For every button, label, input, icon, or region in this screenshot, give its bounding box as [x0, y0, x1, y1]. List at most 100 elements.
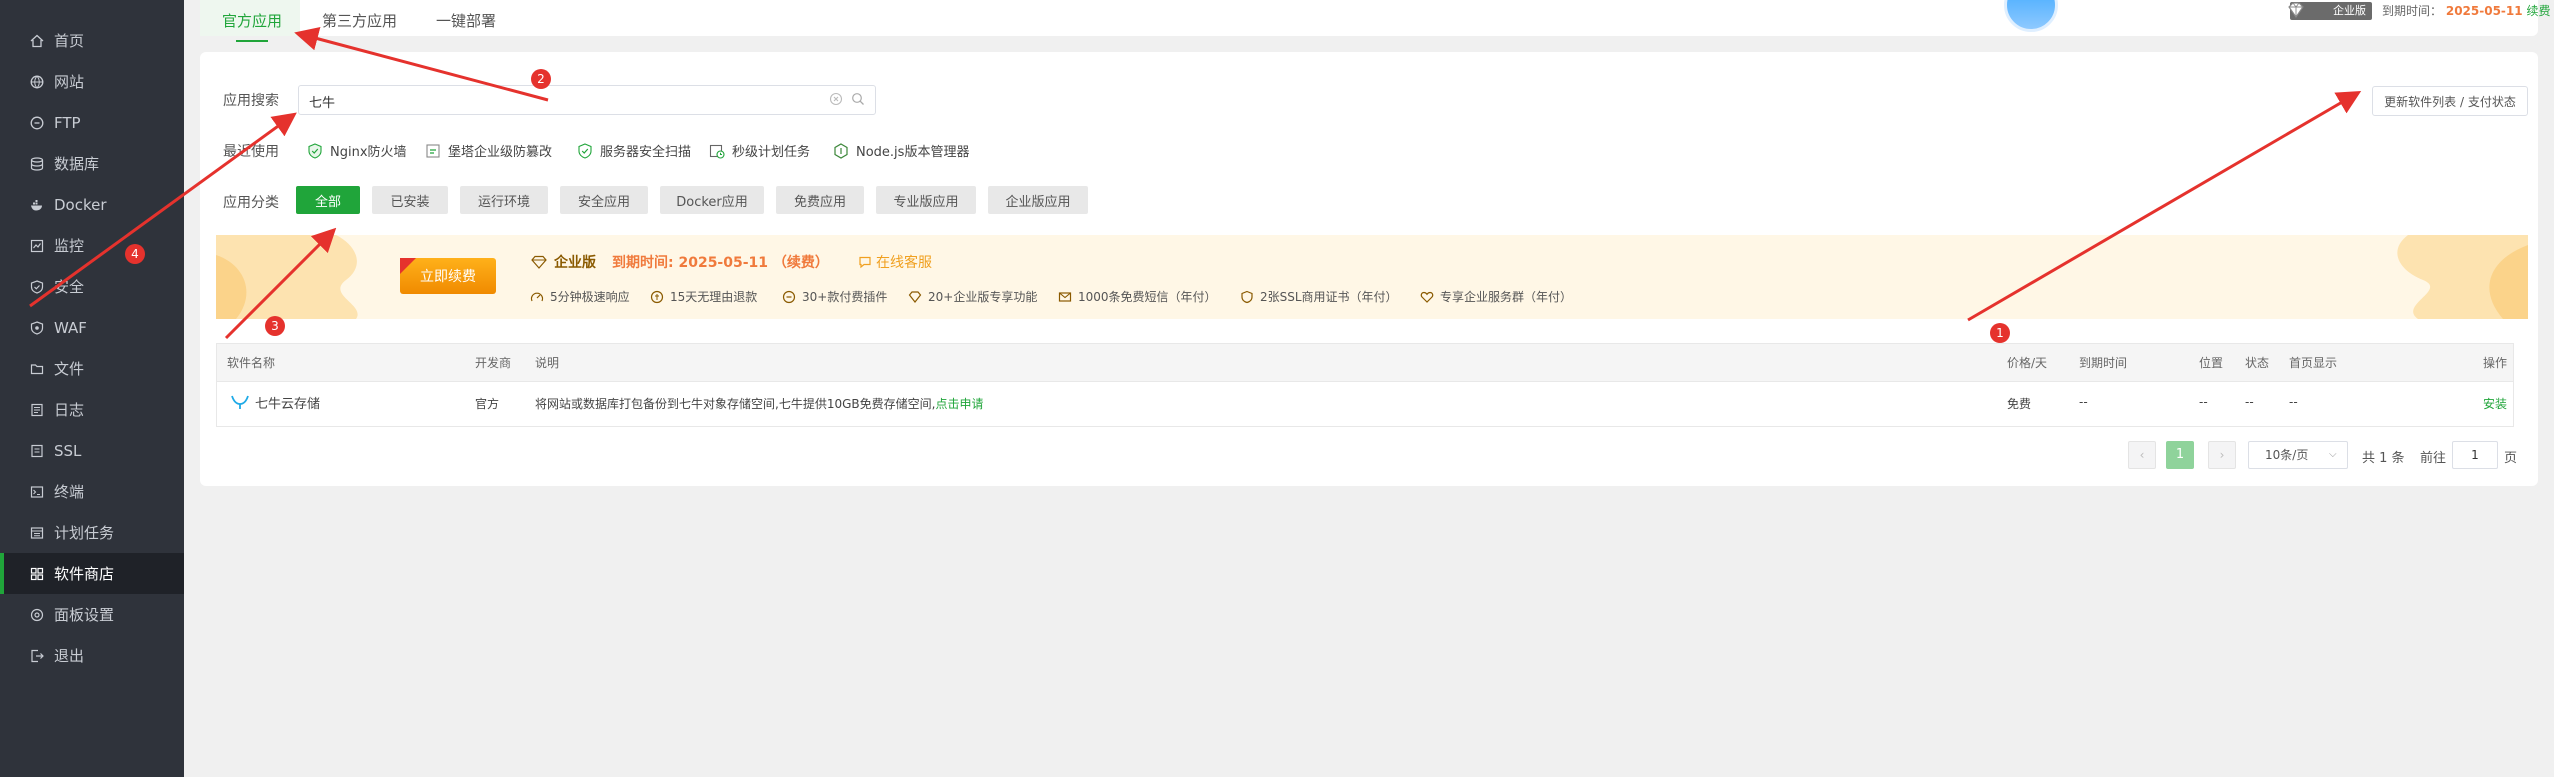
banner-feature: 20+企业版专享功能 [908, 288, 1037, 305]
sidebar-item-logs[interactable]: 日志 [0, 389, 184, 430]
install-link[interactable]: 安装 [2483, 395, 2507, 412]
goto-page-input[interactable]: 1 [2452, 441, 2498, 469]
page-size-select[interactable]: 10条/页 ⌵ [2248, 441, 2348, 469]
banner-title: 企业版 [530, 252, 596, 272]
sidebar-item-terminal[interactable]: 终端 [0, 471, 184, 512]
renew-link[interactable]: 续费 [2526, 4, 2550, 18]
tab-third-party-apps[interactable]: 第三方应用 [322, 10, 397, 31]
sidebar-item-label: SSL [54, 441, 82, 460]
online-service-link[interactable]: 在线客服 [858, 252, 932, 272]
expiry-label: 到期时间： [2382, 4, 2443, 18]
category-docker-button[interactable]: Docker应用 [660, 186, 764, 214]
sidebar-item-tasks[interactable]: 计划任务 [0, 512, 184, 553]
nginx-waf-icon [308, 142, 322, 159]
search-input[interactable] [307, 91, 811, 111]
annotation-marker-4: 4 [125, 244, 145, 264]
category-security-button[interactable]: 安全应用 [560, 186, 648, 214]
chevron-down-icon: ⌵ [2329, 449, 2337, 460]
clear-icon[interactable] [829, 92, 843, 106]
row-home-display: -- [2289, 395, 2298, 409]
task-icon [30, 526, 44, 540]
diamond-icon [2288, 2, 2304, 19]
sidebar-item-logout[interactable]: 退出 [0, 635, 184, 676]
row-software-name[interactable]: 七牛云存储 [255, 393, 320, 412]
tab-one-click-deploy[interactable]: 一键部署 [436, 10, 496, 31]
globe-icon [30, 75, 44, 89]
goto-label: 前往 [2420, 451, 2447, 466]
sidebar-item-ssl[interactable]: SSL [0, 430, 184, 471]
tab-official-apps[interactable]: 官方应用 [222, 10, 282, 31]
banner-feature-label: 30+款付费插件 [802, 290, 888, 304]
enterprise-banner [216, 235, 2528, 319]
recent-item-nginx-waf[interactable]: Nginx防火墙 [306, 141, 407, 160]
category-label: 应用分类 [223, 195, 279, 211]
update-software-list-button[interactable]: 更新软件列表 / 支付状态 [2372, 86, 2528, 116]
sidebar-item-home[interactable]: 首页 [0, 20, 184, 61]
column-header-location: 位置 [2199, 356, 2224, 370]
log-icon [30, 403, 44, 417]
security-scan-icon [578, 142, 592, 159]
recent-item-nodejs-manager[interactable]: Node.js版本管理器 [832, 141, 969, 160]
row-location: -- [2199, 395, 2208, 409]
sidebar-item-label: 日志 [54, 401, 85, 419]
sidebar-item-ftp[interactable]: FTP [0, 102, 184, 143]
sidebar-item-label: 退出 [54, 647, 85, 665]
banner-feature: 30+款付费插件 [782, 288, 887, 305]
cert-icon [1241, 290, 1253, 303]
grid-icon [30, 567, 44, 581]
banner-decoration-left [216, 235, 358, 319]
sidebar-item-website[interactable]: 网站 [0, 61, 184, 102]
gear-icon [30, 608, 44, 622]
page-number-1[interactable]: 1 [2166, 441, 2194, 469]
column-header-status: 状态 [2245, 356, 2270, 370]
sidebar-nav: 首页 网站 FTP 数据库 Docker 监控 安全 WAF 文件 日志 SSL… [0, 20, 184, 676]
sidebar-item-security[interactable]: 安全 [0, 266, 184, 307]
database-icon [30, 156, 44, 171]
category-pro-button[interactable]: 专业版应用 [876, 186, 976, 214]
sidebar-item-label: WAF [54, 318, 87, 337]
row-expiry: -- [2079, 395, 2088, 409]
ssl-icon [30, 444, 44, 458]
banner-feature: 5分钟极速响应 [530, 288, 630, 305]
recent-item-second-cron[interactable]: 秒级计划任务 [708, 141, 810, 160]
sidebar-item-panel-settings[interactable]: 面板设置 [0, 594, 184, 635]
clock-icon [709, 144, 725, 159]
top-tab-bar [200, 0, 2538, 36]
category-free-button[interactable]: 免费应用 [776, 186, 864, 214]
prev-page-button[interactable]: ‹ [2128, 441, 2156, 469]
terminal-icon [30, 485, 44, 499]
next-page-button[interactable]: › [2208, 441, 2236, 469]
category-all-button[interactable]: 全部 [296, 186, 360, 214]
sidebar-item-label: 监控 [54, 237, 85, 255]
sidebar-item-label: 计划任务 [54, 524, 115, 542]
sidebar-item-label: 文件 [54, 360, 85, 378]
banner-title-text: 企业版 [554, 255, 596, 271]
banner-feature-label: 1000条免费短信（年付） [1078, 290, 1217, 304]
search-icon[interactable] [851, 92, 865, 106]
category-enterprise-button[interactable]: 企业版应用 [988, 186, 1088, 214]
apply-link[interactable]: 点击申请 [935, 397, 983, 411]
banner-feature: 15天无理由退款 [650, 288, 757, 305]
active-tab-underline [236, 40, 268, 42]
row-status: -- [2245, 395, 2254, 409]
sidebar-item-docker[interactable]: Docker [0, 184, 184, 225]
banner-feature-label: 专享企业服务群（年付） [1440, 290, 1573, 304]
sidebar-item-app-store[interactable]: 软件商店 [0, 553, 184, 594]
sidebar-item-database[interactable]: 数据库 [0, 143, 184, 184]
banner-feature-label: 20+企业版专享功能 [928, 290, 1038, 304]
banner-expiry[interactable]: 到期时间: 2025-05-11 （续费） [612, 252, 829, 272]
expiry-date: 2025-05-11 [2445, 4, 2523, 18]
sms-icon [1058, 291, 1072, 302]
sidebar-item-label: Docker [54, 195, 107, 214]
category-runtime-button[interactable]: 运行环境 [460, 186, 548, 214]
sidebar-item-files[interactable]: 文件 [0, 348, 184, 389]
sidebar-item-waf[interactable]: WAF [0, 307, 184, 348]
sidebar-item-monitor[interactable]: 监控 [0, 225, 184, 266]
category-installed-button[interactable]: 已安装 [372, 186, 448, 214]
recent-item-security-scan[interactable]: 服务器安全扫描 [576, 141, 691, 160]
banner-feature: 1000条免费短信（年付） [1058, 288, 1217, 305]
recent-item-tamper-proof[interactable]: 堡塔企业级防篡改 [424, 141, 552, 160]
page-suffix: 页 [2504, 451, 2518, 466]
column-header-price: 价格/天 [2007, 356, 2048, 370]
software-table: 软件名称 开发商 说明 价格/天 到期时间 位置 状态 首页显示 操作 七牛云存… [216, 343, 2514, 427]
